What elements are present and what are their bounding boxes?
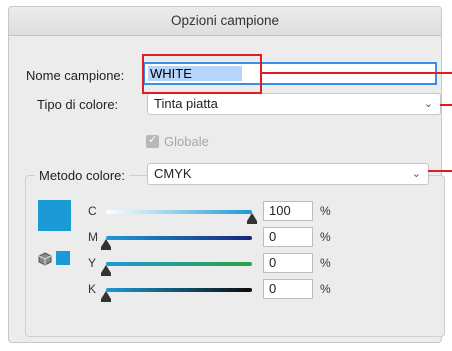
swatch-name-label: Nome campione: bbox=[26, 68, 125, 83]
yellow-percent: % bbox=[320, 256, 331, 270]
callout-line bbox=[262, 72, 452, 74]
color-type-value: Tinta piatta bbox=[154, 96, 218, 111]
channel-label-c: C bbox=[88, 204, 97, 218]
color-preview-swatch bbox=[38, 200, 71, 231]
chevron-down-icon: ⌄ bbox=[411, 168, 421, 180]
channel-label-m: M bbox=[88, 230, 98, 244]
chevron-down-icon: ⌄ bbox=[423, 98, 433, 110]
channel-label-k: K bbox=[88, 282, 97, 296]
black-percent: % bbox=[320, 282, 331, 296]
slider-thumb-icon[interactable] bbox=[101, 239, 111, 250]
channel-label-y: Y bbox=[88, 256, 97, 270]
black-value-input[interactable]: 0 bbox=[263, 279, 313, 299]
dialog-title: Opzioni campione bbox=[9, 7, 441, 36]
color-type-select[interactable]: Tinta piatta ⌄ bbox=[147, 93, 441, 115]
callout-line bbox=[428, 170, 452, 172]
callout-line bbox=[440, 104, 452, 106]
slider-thumb-icon[interactable] bbox=[247, 213, 257, 224]
global-checkbox[interactable]: ✓ bbox=[146, 134, 159, 148]
magenta-value-input[interactable]: 0 bbox=[263, 227, 313, 247]
cyan-value-input[interactable]: 100 bbox=[263, 201, 313, 221]
color-type-label: Tipo di colore: bbox=[37, 97, 119, 112]
cyan-slider-track[interactable] bbox=[106, 210, 252, 214]
color-mode-value: CMYK bbox=[154, 166, 192, 181]
yellow-value-input[interactable]: 0 bbox=[263, 253, 313, 273]
checkbox-checked-icon: ✓ bbox=[148, 134, 158, 146]
yellow-slider-track[interactable] bbox=[106, 262, 252, 266]
color-mode-label: Metodo colore: bbox=[35, 168, 129, 183]
color-mode-select[interactable]: CMYK ⌄ bbox=[147, 163, 429, 185]
slider-thumb-icon[interactable] bbox=[101, 291, 111, 302]
out-of-gamut-cube-icon[interactable] bbox=[38, 252, 52, 266]
slider-thumb-icon[interactable] bbox=[101, 265, 111, 276]
in-gamut-swatch[interactable] bbox=[56, 251, 70, 265]
global-label: Globale bbox=[164, 134, 209, 149]
callout-box bbox=[142, 54, 262, 94]
black-slider-track[interactable] bbox=[106, 288, 252, 292]
magenta-slider-track[interactable] bbox=[106, 236, 252, 240]
magenta-percent: % bbox=[320, 230, 331, 244]
cyan-percent: % bbox=[320, 204, 331, 218]
